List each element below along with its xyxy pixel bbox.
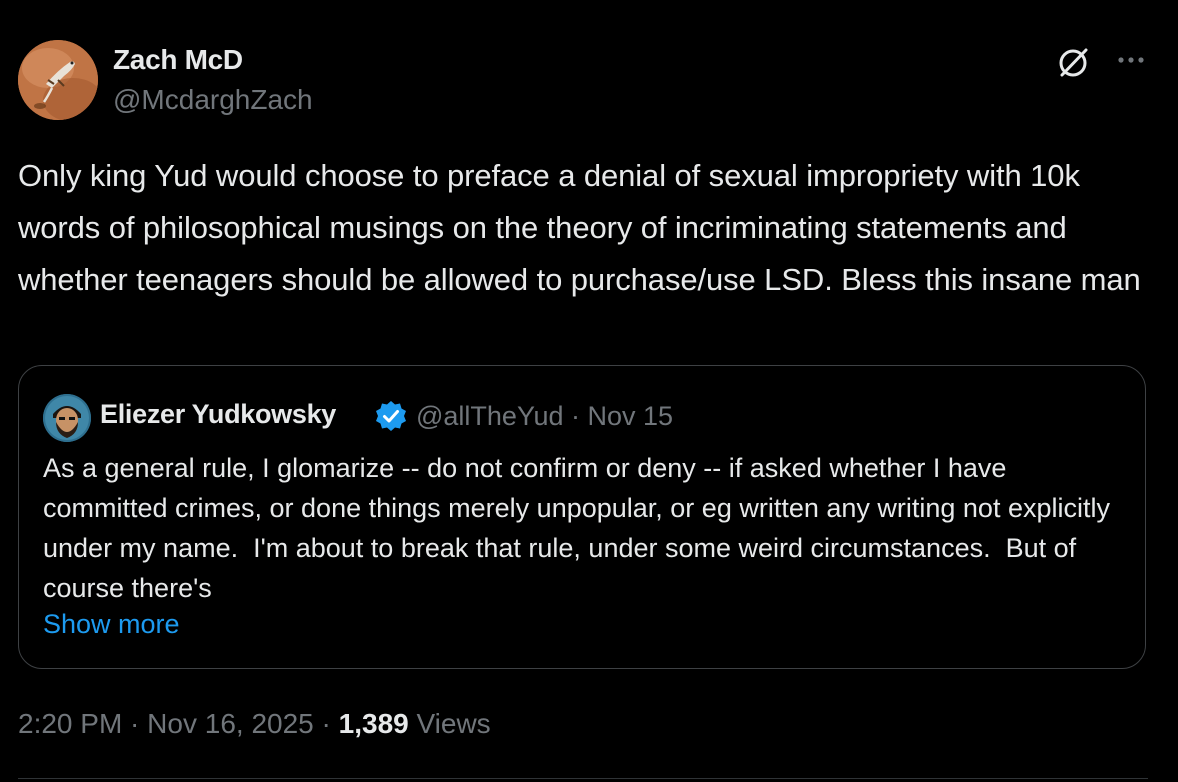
separator-dot: · xyxy=(563,401,588,431)
quoted-author-avatar[interactable] xyxy=(43,394,91,442)
author-handle[interactable]: @McdarghZach xyxy=(113,84,313,116)
tweet-time[interactable]: 2:20 PM xyxy=(18,708,122,739)
views-label: Views xyxy=(408,708,491,739)
separator-dot: · xyxy=(122,708,148,739)
separator-dot: · xyxy=(313,708,339,739)
verified-badge-icon xyxy=(374,399,408,433)
bearded-man-icon xyxy=(43,394,91,442)
tweet-detail: Zach McD @McdarghZach Only king Yud woul… xyxy=(0,0,1178,782)
author-avatar[interactable] xyxy=(18,40,98,120)
tweet-text: Only king Yud would choose to preface a … xyxy=(18,158,1141,297)
show-more-link[interactable]: Show more xyxy=(43,609,180,640)
quoted-date[interactable]: Nov 15 xyxy=(588,401,674,431)
quoted-author-handle[interactable]: @allTheYud xyxy=(416,401,564,431)
quoted-meta: @allTheYud · Nov 15 xyxy=(416,401,673,432)
more-icon[interactable] xyxy=(1113,44,1149,80)
quoted-author-name[interactable]: Eliezer Yudkowsky xyxy=(100,399,336,430)
grok-icon[interactable] xyxy=(1056,44,1092,80)
divider xyxy=(18,778,1148,779)
quoted-text: As a general rule, I glomarize -- do not… xyxy=(43,453,1118,603)
tweet-footer: 2:20 PM · Nov 16, 2025 · 1,389 Views xyxy=(18,708,491,740)
author-display-name[interactable]: Zach McD xyxy=(113,44,243,76)
views-count: 1,389 xyxy=(338,708,409,739)
desert-lizard-icon xyxy=(18,40,98,120)
quoted-tweet[interactable]: Eliezer Yudkowsky @allTheYud · Nov 15 As… xyxy=(18,365,1146,669)
tweet-date[interactable]: Nov 16, 2025 xyxy=(147,708,314,739)
